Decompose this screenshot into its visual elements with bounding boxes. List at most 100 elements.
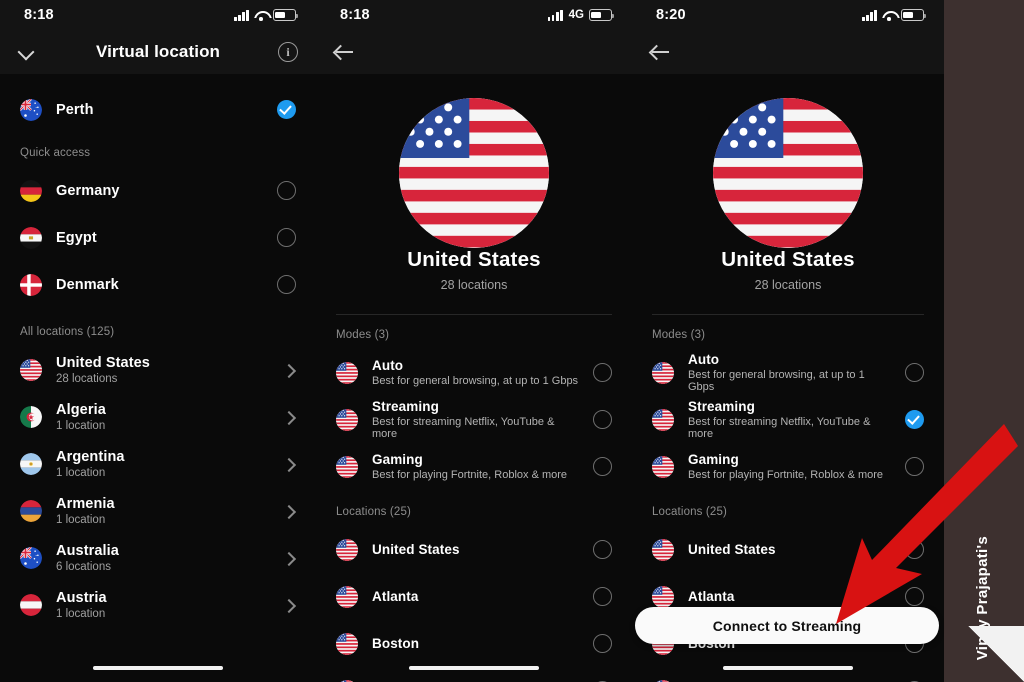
back-arrow-icon[interactable]: [334, 43, 356, 61]
flag-icon-us: [336, 586, 358, 608]
phone-screen-united-states-unselected: 8:18 4G United States 28 locations Modes…: [316, 0, 632, 682]
mode-row-gaming[interactable]: Gaming Best for playing Fortnite, Roblox…: [316, 443, 632, 490]
list-item-label: Atlanta: [372, 589, 419, 604]
mode-row-streaming[interactable]: Streaming Best for streaming Netflix, Yo…: [632, 396, 944, 443]
locations-label: Locations (25): [336, 506, 411, 518]
connect-to-streaming-callout[interactable]: Connect to Streaming: [635, 607, 939, 644]
chevron-right-icon[interactable]: [282, 504, 296, 518]
status-bar-mid: 8:18 4G: [316, 0, 632, 30]
country-name: United States: [721, 248, 855, 271]
mode-row-streaming[interactable]: Streaming Best for streaming Netflix, Yo…: [316, 396, 632, 443]
list-item-sublabel: 1 location: [56, 607, 106, 620]
modes-label: Modes (3): [652, 329, 706, 341]
radio-unselected[interactable]: [277, 181, 296, 200]
list-item[interactable]: United States 28 locations: [0, 346, 316, 393]
flag-icon-dz: [20, 406, 42, 428]
list-item-label: Australia: [56, 542, 119, 559]
list-item[interactable]: Atlanta: [316, 573, 632, 620]
country-location-count: 28 locations: [440, 278, 508, 292]
list-item[interactable]: Austria 1 location: [0, 581, 316, 628]
signal-bars-icon: [862, 9, 877, 21]
flag-icon-au: [20, 99, 42, 121]
list-item[interactable]: United States: [632, 526, 944, 573]
chevron-right-icon[interactable]: [282, 551, 296, 565]
list-item-label: Armenia: [56, 495, 115, 512]
flag-icon-at: [20, 594, 42, 616]
flag-icon-us: [336, 456, 358, 478]
home-indicator: [409, 665, 539, 670]
chevron-right-icon[interactable]: [282, 363, 296, 377]
list-item[interactable]: Egypt: [0, 214, 316, 261]
mode-name: Streaming: [372, 399, 439, 414]
modes-label: Modes (3): [336, 329, 390, 341]
flag-icon-am: [20, 500, 42, 522]
back-arrow-icon[interactable]: [650, 43, 672, 61]
list-item-sublabel: 1 location: [56, 466, 106, 479]
status-icons: [862, 9, 927, 21]
list-item-sublabel: 1 location: [56, 419, 106, 432]
list-item[interactable]: United States: [316, 526, 632, 573]
radio-unselected[interactable]: [593, 634, 612, 653]
list-item[interactable]: Argentina 1 location: [0, 440, 316, 487]
radio-unselected[interactable]: [905, 457, 924, 476]
mode-name: Streaming: [688, 399, 755, 414]
chevron-right-icon[interactable]: [282, 457, 296, 471]
list-item-label: Germany: [56, 182, 120, 199]
flag-icon-us: [336, 409, 358, 431]
current-location-row[interactable]: Perth: [0, 86, 316, 133]
mode-row-auto[interactable]: Auto Best for general browsing, at up to…: [316, 349, 632, 396]
list-item[interactable]: Australia 6 locations: [0, 534, 316, 581]
flag-icon-us: [336, 633, 358, 655]
mode-description: Best for streaming Netflix, YouTube & mo…: [372, 416, 555, 440]
list-item[interactable]: Algeria 1 location: [0, 393, 316, 440]
radio-unselected[interactable]: [277, 228, 296, 247]
flag-icon-us: [316, 98, 632, 248]
radio-unselected[interactable]: [905, 587, 924, 606]
flag-icon-dk: [20, 274, 42, 296]
nav-bar-left: Virtual location i: [0, 30, 316, 74]
radio-unselected[interactable]: [593, 410, 612, 429]
radio-selected[interactable]: [277, 100, 296, 119]
mode-row-gaming[interactable]: Gaming Best for playing Fortnite, Roblox…: [632, 443, 944, 490]
radio-unselected[interactable]: [905, 363, 924, 382]
flag-icon-us: [632, 98, 944, 248]
mode-name: Gaming: [688, 452, 739, 467]
flag-icon-us: [336, 362, 358, 384]
mode-name: Gaming: [372, 452, 423, 467]
flag-icon-us: [652, 409, 674, 431]
radio-unselected[interactable]: [593, 457, 612, 476]
chevron-right-icon[interactable]: [282, 410, 296, 424]
current-location-name: Perth: [56, 101, 94, 118]
screenshot-canvas: Vinay Prajapati's 8:18 Virtual location …: [0, 0, 1024, 682]
radio-selected[interactable]: [905, 410, 924, 429]
list-item-label: Denmark: [56, 276, 119, 293]
list-item-label: Egypt: [56, 229, 97, 246]
flag-icon-de: [20, 180, 42, 202]
home-indicator: [93, 665, 223, 670]
status-icons: [234, 9, 299, 21]
list-item-label: Austria: [56, 589, 107, 606]
chevron-right-icon[interactable]: [282, 598, 296, 612]
list-item[interactable]: Germany: [0, 167, 316, 214]
nav-bar-mid: [316, 30, 632, 74]
radio-unselected[interactable]: [593, 540, 612, 559]
list-item-sublabel: 1 location: [56, 513, 106, 526]
quick-access-label: Quick access: [20, 147, 91, 159]
list-item[interactable]: Armenia 1 location: [0, 487, 316, 534]
mode-row-auto[interactable]: Auto Best for general browsing, at up to…: [632, 349, 944, 396]
radio-unselected[interactable]: [277, 275, 296, 294]
radio-unselected[interactable]: [593, 587, 612, 606]
watermark: Vinay Prajapati's: [942, 0, 1022, 682]
radio-unselected[interactable]: [593, 363, 612, 382]
phone-screen-virtual-location: 8:18 Virtual location i Perth Quick acce…: [0, 0, 316, 682]
all-locations-label: All locations (125): [20, 326, 115, 338]
list-item-sublabel: 6 locations: [56, 560, 111, 573]
list-item[interactable]: Boston: [316, 620, 632, 667]
status-bar-right: 8:20: [632, 0, 944, 30]
battery-icon: [273, 9, 299, 21]
radio-unselected[interactable]: [905, 540, 924, 559]
country-hero-right: United States 28 locations: [632, 74, 944, 310]
list-item-sublabel: 28 locations: [56, 372, 118, 385]
list-item[interactable]: Denmark: [0, 261, 316, 308]
status-clock: 8:18: [340, 7, 370, 23]
